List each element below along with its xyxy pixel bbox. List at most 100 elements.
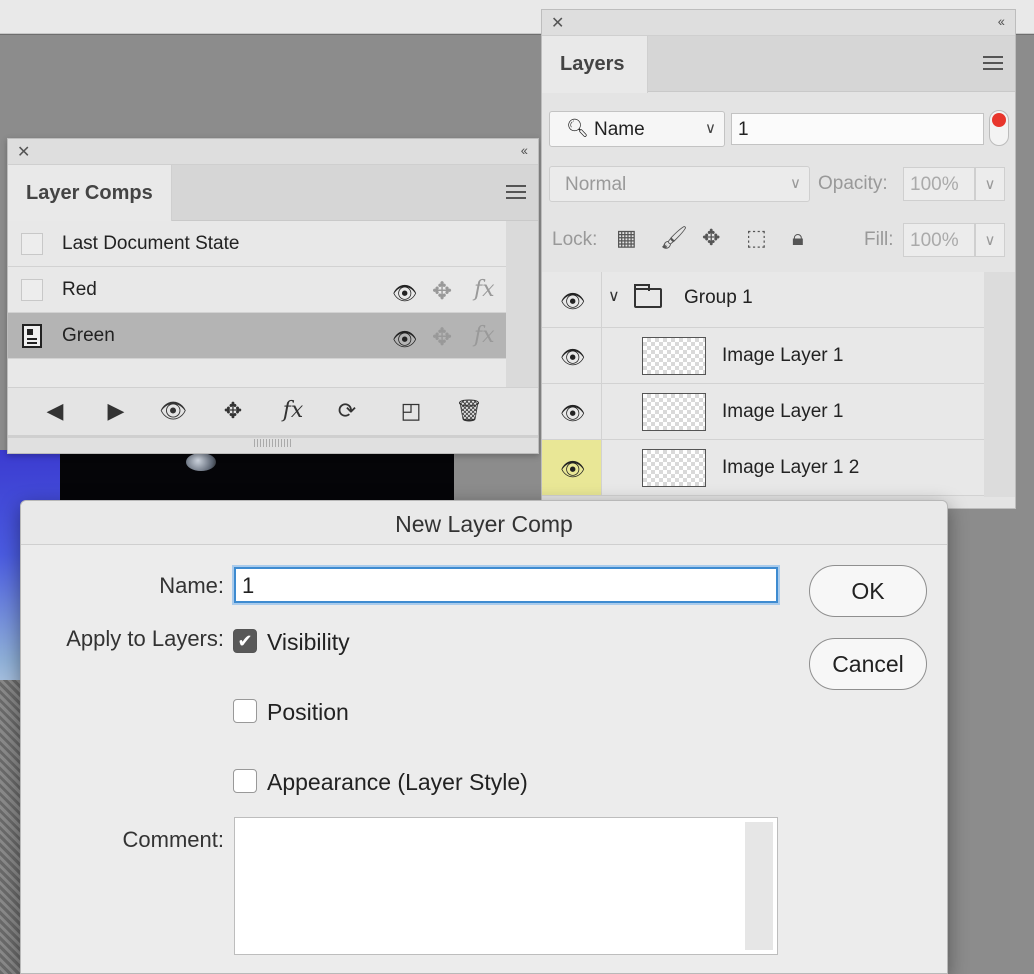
visibility-label: Visibility [267, 629, 350, 655]
panel-tab-bar: Layer Comps [8, 165, 538, 222]
eye-icon: 👁 [392, 283, 418, 305]
position-label: Position [267, 699, 349, 725]
layer-row[interactable]: 👁 Image Layer 1 [542, 328, 984, 384]
name-field[interactable]: 1 [234, 567, 778, 603]
layer-comp-label: Red [62, 279, 97, 300]
appearance-label: Appearance (Layer Style) [267, 769, 528, 795]
ok-button[interactable]: OK [809, 565, 927, 617]
visibility-checkbox[interactable]: ✔ [233, 629, 257, 653]
filter-input[interactable]: 1 [731, 113, 984, 145]
fill-label: Fill: [864, 229, 894, 250]
filter-on-indicator [992, 113, 1006, 127]
layer-row[interactable]: 👁 Image Layer 1 [542, 384, 984, 440]
move-icon: ✥ [432, 278, 453, 305]
update-comp-button[interactable]: ⟳ [332, 398, 362, 424]
opacity-field[interactable]: 100% [903, 167, 975, 201]
close-icon[interactable]: ✕ [17, 142, 30, 162]
layer-thumbnail [642, 449, 706, 487]
blend-row: Normal ∨ Opacity: 100% ∨ [542, 165, 1015, 205]
document-comp-icon[interactable] [22, 324, 42, 348]
eye-icon: 👁 [560, 291, 586, 313]
apply-to-layers-label: Apply to Layers: [66, 626, 224, 651]
new-comp-button[interactable]: ◰ [396, 398, 426, 424]
chevron-down-icon: ∨ [790, 175, 801, 192]
visibility-toggle[interactable]: 👁 [542, 328, 602, 383]
blend-mode-value: Normal [565, 174, 627, 195]
lock-row: Lock: ▦ 🖌︎ ✥ ⬚ 🔒︎ Fill: 100% ∨ [542, 220, 1015, 260]
scrollbar[interactable] [745, 822, 773, 950]
filter-kind-value: Name [594, 119, 645, 140]
tab-layer-comps[interactable]: Layer Comps [8, 165, 172, 222]
collapse-icon[interactable]: ‹‹ [998, 13, 1005, 29]
visibility-toggle[interactable]: 👁 [542, 272, 602, 327]
move-icon: ✥ [432, 324, 453, 351]
position-checkbox[interactable] [233, 699, 257, 723]
layer-name: Image Layer 1 2 [722, 457, 860, 478]
layer-comp-label: Green [62, 325, 115, 346]
dialog-title: New Layer Comp [21, 501, 947, 545]
scrollbar[interactable] [506, 221, 538, 387]
update-position-button[interactable]: ✥ [218, 398, 248, 424]
trash-icon[interactable]: 🗑 [454, 398, 484, 424]
apply-comp-checkbox[interactable] [21, 279, 43, 301]
layer-row[interactable]: 👁 Image Layer 1 2 [542, 440, 984, 496]
scrollbar[interactable] [984, 272, 1015, 497]
previous-comp-button[interactable]: ◀ [40, 398, 70, 424]
close-icon[interactable]: ✕ [551, 13, 564, 33]
new-layer-comp-dialog: New Layer Comp Name: 1 Apply to Layers: … [20, 500, 948, 974]
panel-header: ✕ ‹‹ [8, 139, 538, 165]
next-comp-button[interactable]: ▶ [101, 398, 131, 424]
lock-all-icon[interactable]: 🔒︎ [792, 225, 804, 251]
lock-position-icon[interactable]: ✥ [702, 225, 720, 251]
filter-kind-select[interactable]: 🔍︎ Name ∨ [549, 111, 725, 147]
layer-filter-row: 🔍︎ Name ∨ 1 [542, 93, 1015, 147]
layer-list: 👁 ∨ Group 1 👁 Image Layer 1 👁 Image Laye… [542, 272, 984, 496]
layer-row-group[interactable]: 👁 ∨ Group 1 [542, 272, 984, 328]
chevron-down-icon[interactable]: ∨ [975, 223, 1005, 257]
planet-image [186, 453, 216, 471]
eye-icon: 👁 [392, 329, 418, 351]
chevron-down-icon: ∨ [705, 120, 716, 137]
cancel-button[interactable]: Cancel [809, 638, 927, 690]
filter-toggle[interactable] [989, 110, 1009, 146]
chevron-down-icon[interactable]: ∨ [975, 167, 1005, 201]
layer-thumbnail [642, 337, 706, 375]
list-empty-area [8, 359, 506, 387]
layer-comp-label: Last Document State [62, 233, 240, 254]
update-visibility-button[interactable]: 👁 [158, 398, 188, 424]
blend-mode-select[interactable]: Normal ∨ [549, 166, 810, 202]
lock-transparency-icon[interactable]: ▦ [616, 225, 637, 251]
fx-icon: fx [474, 277, 495, 302]
chevron-down-icon[interactable]: ∨ [608, 286, 620, 306]
layer-comp-row-green[interactable]: Green 👁 ✥ fx [8, 313, 506, 359]
appearance-checkbox[interactable] [233, 769, 257, 793]
layer-name: Image Layer 1 [722, 345, 844, 366]
eye-icon: 👁 [560, 347, 586, 369]
lock-artboard-icon[interactable]: ⬚ [746, 225, 767, 251]
name-label: Name: [159, 573, 224, 598]
search-icon: 🔍︎ [566, 118, 589, 138]
layer-comps-toolbar: ◀ ▶ 👁 ✥ fx ⟳ ◰ 🗑 [8, 387, 538, 435]
visibility-toggle[interactable]: 👁 [542, 440, 602, 495]
layer-comp-row-last-document-state[interactable]: Last Document State [8, 221, 506, 267]
comment-textarea[interactable] [234, 817, 778, 955]
collapse-icon[interactable]: ‹‹ [521, 142, 528, 158]
folder-icon [634, 284, 662, 308]
layer-comp-row-red[interactable]: Red 👁 ✥ fx [8, 267, 506, 313]
eye-icon: 👁 [560, 459, 586, 481]
layer-comps-panel: ✕ ‹‹ Layer Comps Last Document State Red… [7, 138, 539, 454]
panel-menu-icon[interactable] [506, 185, 526, 199]
fx-icon: fx [474, 323, 495, 348]
panel-header: ✕ ‹‹ [542, 10, 1015, 36]
panel-menu-icon[interactable] [983, 56, 1003, 70]
eye-icon: 👁 [560, 403, 586, 425]
apply-comp-checkbox[interactable] [21, 233, 43, 255]
fill-field[interactable]: 100% [903, 223, 975, 257]
resize-grip[interactable] [8, 435, 538, 453]
lock-label: Lock: [552, 229, 598, 250]
update-appearance-button[interactable]: fx [278, 398, 308, 423]
lock-pixels-icon[interactable]: 🖌︎ [660, 225, 688, 251]
tab-layers[interactable]: Layers [542, 36, 648, 93]
visibility-toggle[interactable]: 👁 [542, 384, 602, 439]
layer-name: Image Layer 1 [722, 401, 844, 422]
